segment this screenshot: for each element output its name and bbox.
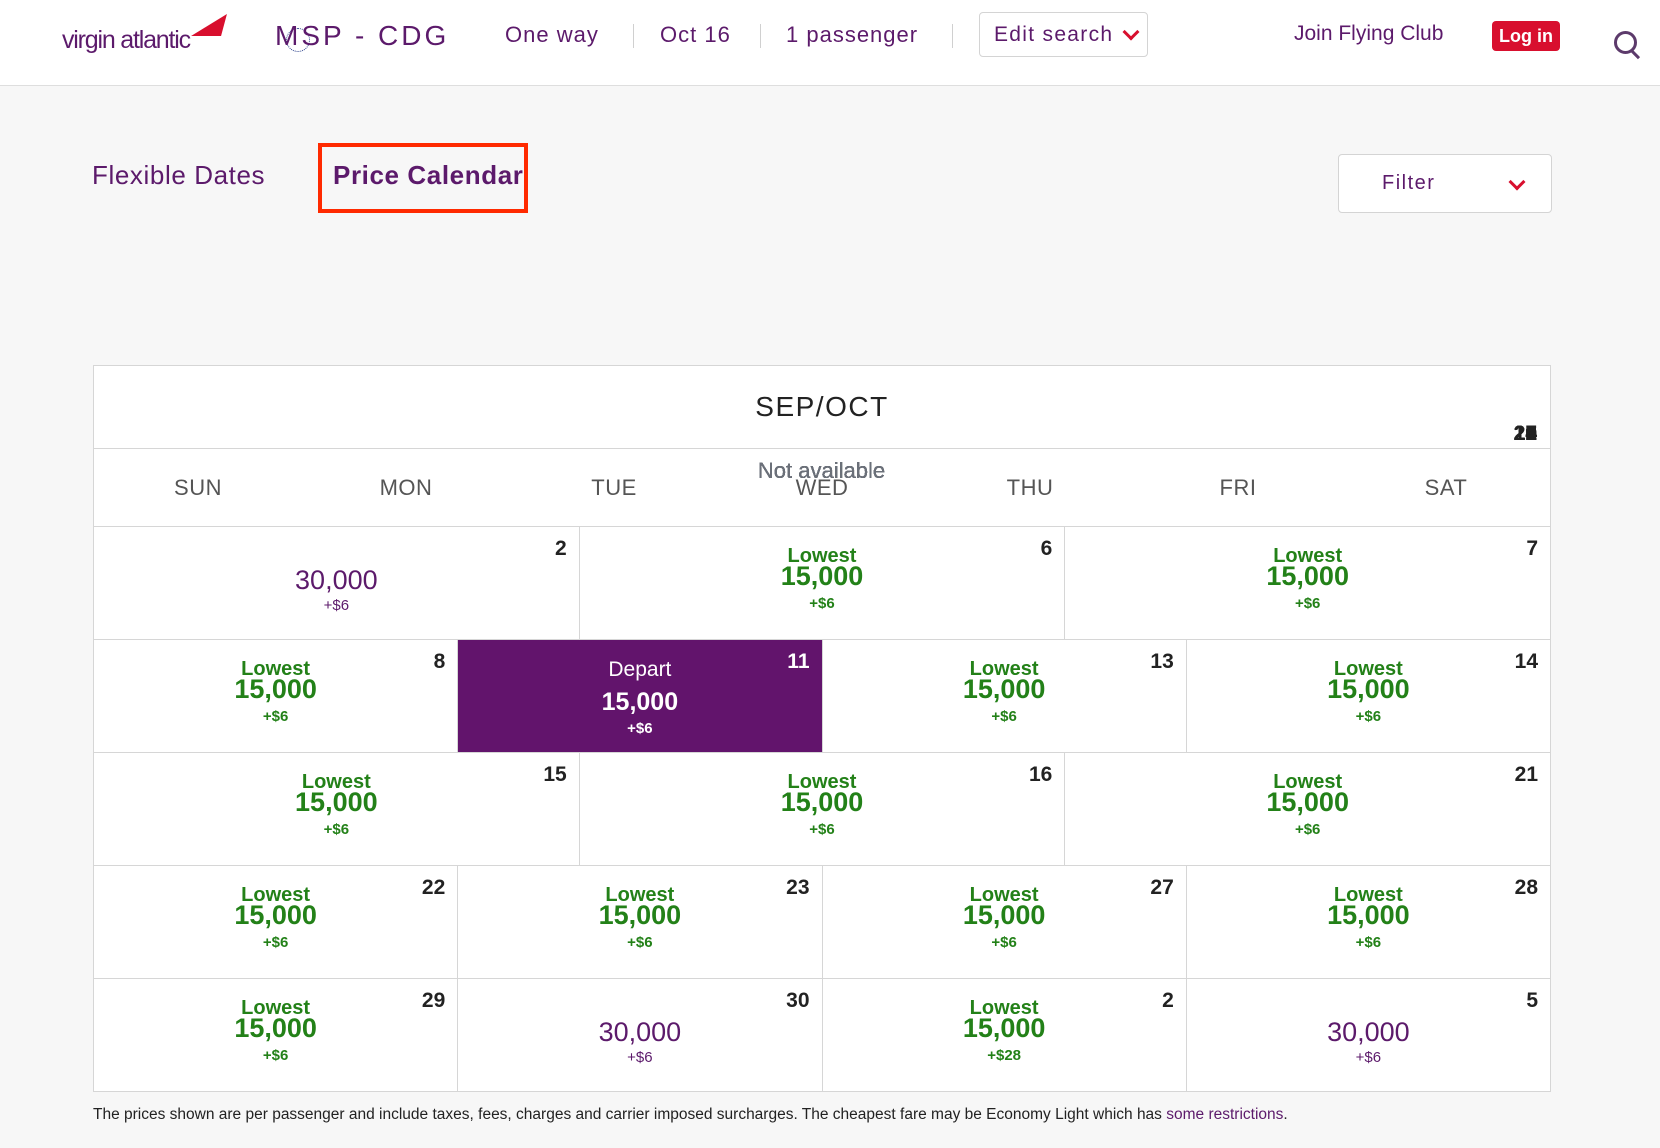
calendar-day[interactable]: 14 Lowest 15,000 +$6 — [1187, 640, 1550, 752]
tax-amount: +$6 — [1294, 821, 1321, 838]
day-number: 4 — [1525, 422, 1537, 445]
calendar-day[interactable]: 16 Lowest 15,000 +$6 — [580, 753, 1066, 865]
tax-amount: +$6 — [1355, 1049, 1382, 1066]
points-price: 15,000 — [1266, 561, 1349, 591]
disclaimer-end: . — [1283, 1106, 1288, 1123]
filter-dropdown[interactable]: Filter — [1338, 154, 1552, 213]
points-price: 30,000 — [598, 1017, 682, 1047]
edit-search-label: Edit search — [994, 23, 1114, 46]
day-number: 5 — [1526, 989, 1538, 1012]
calendar-grid: 1 Not available 2 30,000 +$6 3 Not available 4 N… — [94, 422, 1550, 1091]
join-flying-club-link[interactable]: Join Flying Club — [1294, 22, 1443, 46]
calendar-day[interactable]: 28 Lowest 15,000 +$6 — [1187, 866, 1550, 978]
tax-amount: +$6 — [809, 821, 835, 838]
divider — [760, 24, 761, 48]
calendar-day[interactable]: 27 Lowest 15,000 +$6 — [823, 866, 1187, 978]
calendar-day[interactable]: 6 Lowest 15,000 +$6 — [580, 527, 1066, 639]
login-button[interactable]: Log in — [1492, 21, 1560, 51]
points-price: 15,000 — [1327, 674, 1410, 704]
calendar-month-title: SEP/OCT — [94, 366, 1550, 449]
points-price: 15,000 — [295, 787, 378, 817]
filter-label: Filter — [1382, 172, 1436, 194]
calendar-week-row: 22 Lowest 15,000 +$6 23 Lowest 15,000 +$6 24 Not … — [94, 422, 1550, 979]
edit-search-button[interactable]: Edit search — [979, 12, 1148, 57]
logo-wordmark: virgin atlantic — [62, 26, 191, 54]
tax-amount: +$6 — [627, 934, 653, 951]
points-price: 15,000 — [962, 900, 1046, 930]
divider — [952, 24, 953, 48]
tax-amount: +$6 — [262, 1047, 289, 1064]
points-price: 15,000 — [601, 688, 679, 716]
tax-amount: +$6 — [991, 934, 1017, 951]
points-price: 15,000 — [234, 900, 317, 930]
divider — [633, 24, 634, 48]
tax-amount: +$6 — [323, 597, 350, 614]
points-price: 30,000 — [1327, 1017, 1410, 1047]
tab-price-calendar[interactable]: Price Calendar — [333, 160, 524, 191]
search-icon[interactable] — [1614, 31, 1637, 54]
virgin-flag-icon — [191, 14, 227, 36]
travel-date: Oct 16 — [660, 22, 731, 47]
points-price: 15,000 — [962, 1013, 1046, 1043]
tax-amount: +$6 — [627, 720, 653, 737]
calendar-day[interactable]: 2 Lowest 15,000 +$28 — [823, 979, 1187, 1091]
top-header: virgin atlantic MSP - CDG One way Oct 16… — [0, 0, 1660, 86]
tax-amount: +$6 — [991, 708, 1017, 725]
calendar-week-row: 1 Not available 2 30,000 +$6 3 Not available 4 N… — [94, 422, 1550, 640]
chevron-down-icon — [1122, 23, 1140, 41]
day-number: 2 — [554, 537, 567, 560]
tax-amount: +$6 — [1294, 595, 1321, 612]
tab-flexible-dates[interactable]: Flexible Dates — [92, 160, 265, 191]
depart-label: Depart — [608, 658, 672, 681]
points-price: 15,000 — [234, 1013, 317, 1043]
disclaimer-text: The prices shown are per passenger and i… — [93, 1106, 1167, 1123]
calendar-day[interactable]: 30 30,000 +$6 — [458, 979, 823, 1091]
calendar-day[interactable]: 8 Lowest 15,000 +$6 — [94, 640, 459, 752]
points-price: 30,000 — [295, 565, 378, 595]
calendar-week-row: 29 Lowest 15,000 +$6 30 30,000 +$6 1 Not availab… — [94, 422, 1550, 1091]
points-price: 15,000 — [598, 900, 682, 930]
tax-amount: +$6 — [627, 1049, 653, 1066]
calendar-day[interactable]: 21 Lowest 15,000 +$6 — [1065, 753, 1550, 865]
tax-amount: +$6 — [262, 934, 289, 951]
tax-amount: +$6 — [262, 708, 289, 725]
points-price: 15,000 — [962, 674, 1046, 704]
restrictions-link[interactable]: some restrictions — [1166, 1106, 1283, 1123]
calendar-day[interactable]: 5 30,000 +$6 — [1187, 979, 1550, 1091]
points-price: 15,000 — [780, 787, 864, 817]
points-price: 15,000 — [1327, 900, 1410, 930]
calendar-day[interactable]: 13 Lowest 15,000 +$6 — [823, 640, 1187, 752]
calendar-week-row: 15 Lowest 15,000 +$6 16 Lowest 15,000 +$6 17 Not … — [94, 422, 1550, 866]
price-disclaimer: The prices shown are per passenger and i… — [93, 1106, 1288, 1124]
calendar-week-row: 8 Lowest 15,000 +$6 9 Not available 10 Not avai… — [94, 422, 1550, 753]
calendar-day[interactable]: 29 Lowest 15,000 +$6 — [94, 979, 459, 1091]
tax-amount: +$6 — [323, 821, 350, 838]
points-price: 15,000 — [780, 561, 864, 591]
tax-amount: +$6 — [1355, 708, 1382, 725]
calendar-day[interactable]: 23 Lowest 15,000 +$6 — [458, 866, 823, 978]
calendar-day-selected[interactable]: 11 Depart 15,000 +$6 — [458, 640, 823, 752]
route-label: MSP - CDG — [275, 20, 450, 51]
passenger-count: 1 passenger — [786, 22, 919, 47]
trip-type: One way — [505, 22, 599, 47]
tax-amount: +$28 — [987, 1047, 1022, 1064]
points-price: 15,000 — [1266, 787, 1349, 817]
price-calendar: SEP/OCT SUN MON TUE WED THU FRI SAT 1 Not avail… — [93, 365, 1551, 1092]
calendar-day[interactable]: 22 Lowest 15,000 +$6 — [94, 866, 459, 978]
availability-text: Not available — [757, 458, 886, 483]
tax-amount: +$6 — [809, 595, 835, 612]
chevron-down-icon — [1508, 173, 1526, 191]
calendar-day[interactable]: 2 30,000 +$6 — [94, 527, 580, 639]
points-price: 15,000 — [234, 674, 317, 704]
calendar-day[interactable]: 15 Lowest 15,000 +$6 — [94, 753, 580, 865]
tax-amount: +$6 — [1355, 934, 1382, 951]
calendar-day[interactable]: 7 Lowest 15,000 +$6 — [1065, 527, 1550, 639]
day-number: 30 — [786, 989, 810, 1012]
